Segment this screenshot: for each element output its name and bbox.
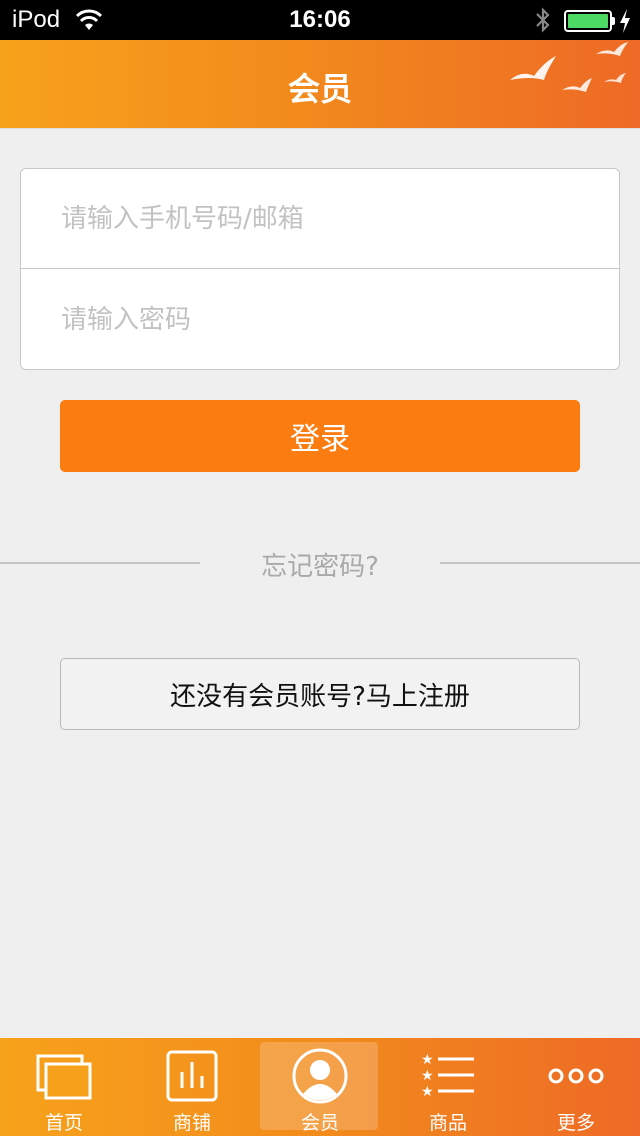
tab-home[interactable]: 首页: [0, 1038, 128, 1136]
tab-products-label: 商品: [428, 1112, 467, 1134]
svg-text:★: ★: [421, 1068, 434, 1084]
tab-more[interactable]: 更多: [512, 1038, 640, 1136]
bottom-tab-bar: 首页 商铺 会员 ★ ★ ★ 商品 更多: [0, 1038, 640, 1136]
tab-member[interactable]: 会员: [256, 1038, 384, 1136]
tab-store-label: 商铺: [172, 1112, 211, 1134]
bluetooth-icon: [536, 7, 550, 33]
battery-icon: [564, 10, 612, 32]
tab-products[interactable]: ★ ★ ★ 商品: [384, 1038, 512, 1136]
login-form-card: [20, 168, 620, 370]
star-list-icon: ★ ★ ★: [421, 1052, 474, 1100]
seagulls-decoration: [510, 42, 628, 92]
svg-text:★: ★: [421, 1052, 434, 1068]
password-input[interactable]: [21, 270, 619, 370]
status-bar: iPod 16:06: [0, 0, 640, 40]
account-input[interactable]: [21, 169, 619, 269]
tab-home-label: 首页: [44, 1112, 83, 1134]
tab-more-label: 更多: [556, 1112, 595, 1134]
svg-text:★: ★: [421, 1084, 434, 1100]
header-bar: 会员: [0, 40, 640, 129]
divider-line-right: [440, 562, 640, 564]
home-icon: [36, 1054, 92, 1100]
forgot-password-row: 忘记密码?: [0, 540, 640, 584]
charging-icon: [620, 9, 630, 33]
more-dots-icon: [548, 1068, 604, 1084]
tab-member-label: 会员: [300, 1112, 339, 1134]
divider-line-left: [0, 562, 200, 564]
register-button[interactable]: 还没有会员账号?马上注册: [60, 658, 580, 730]
form-divider: [21, 268, 619, 269]
member-avatar-icon: [292, 1048, 348, 1104]
tab-store[interactable]: 商铺: [128, 1038, 256, 1136]
battery-tip: [612, 17, 615, 25]
login-button[interactable]: 登录: [60, 400, 580, 472]
store-chart-icon: [166, 1050, 218, 1102]
forgot-password-link[interactable]: 忘记密码?: [200, 546, 440, 583]
